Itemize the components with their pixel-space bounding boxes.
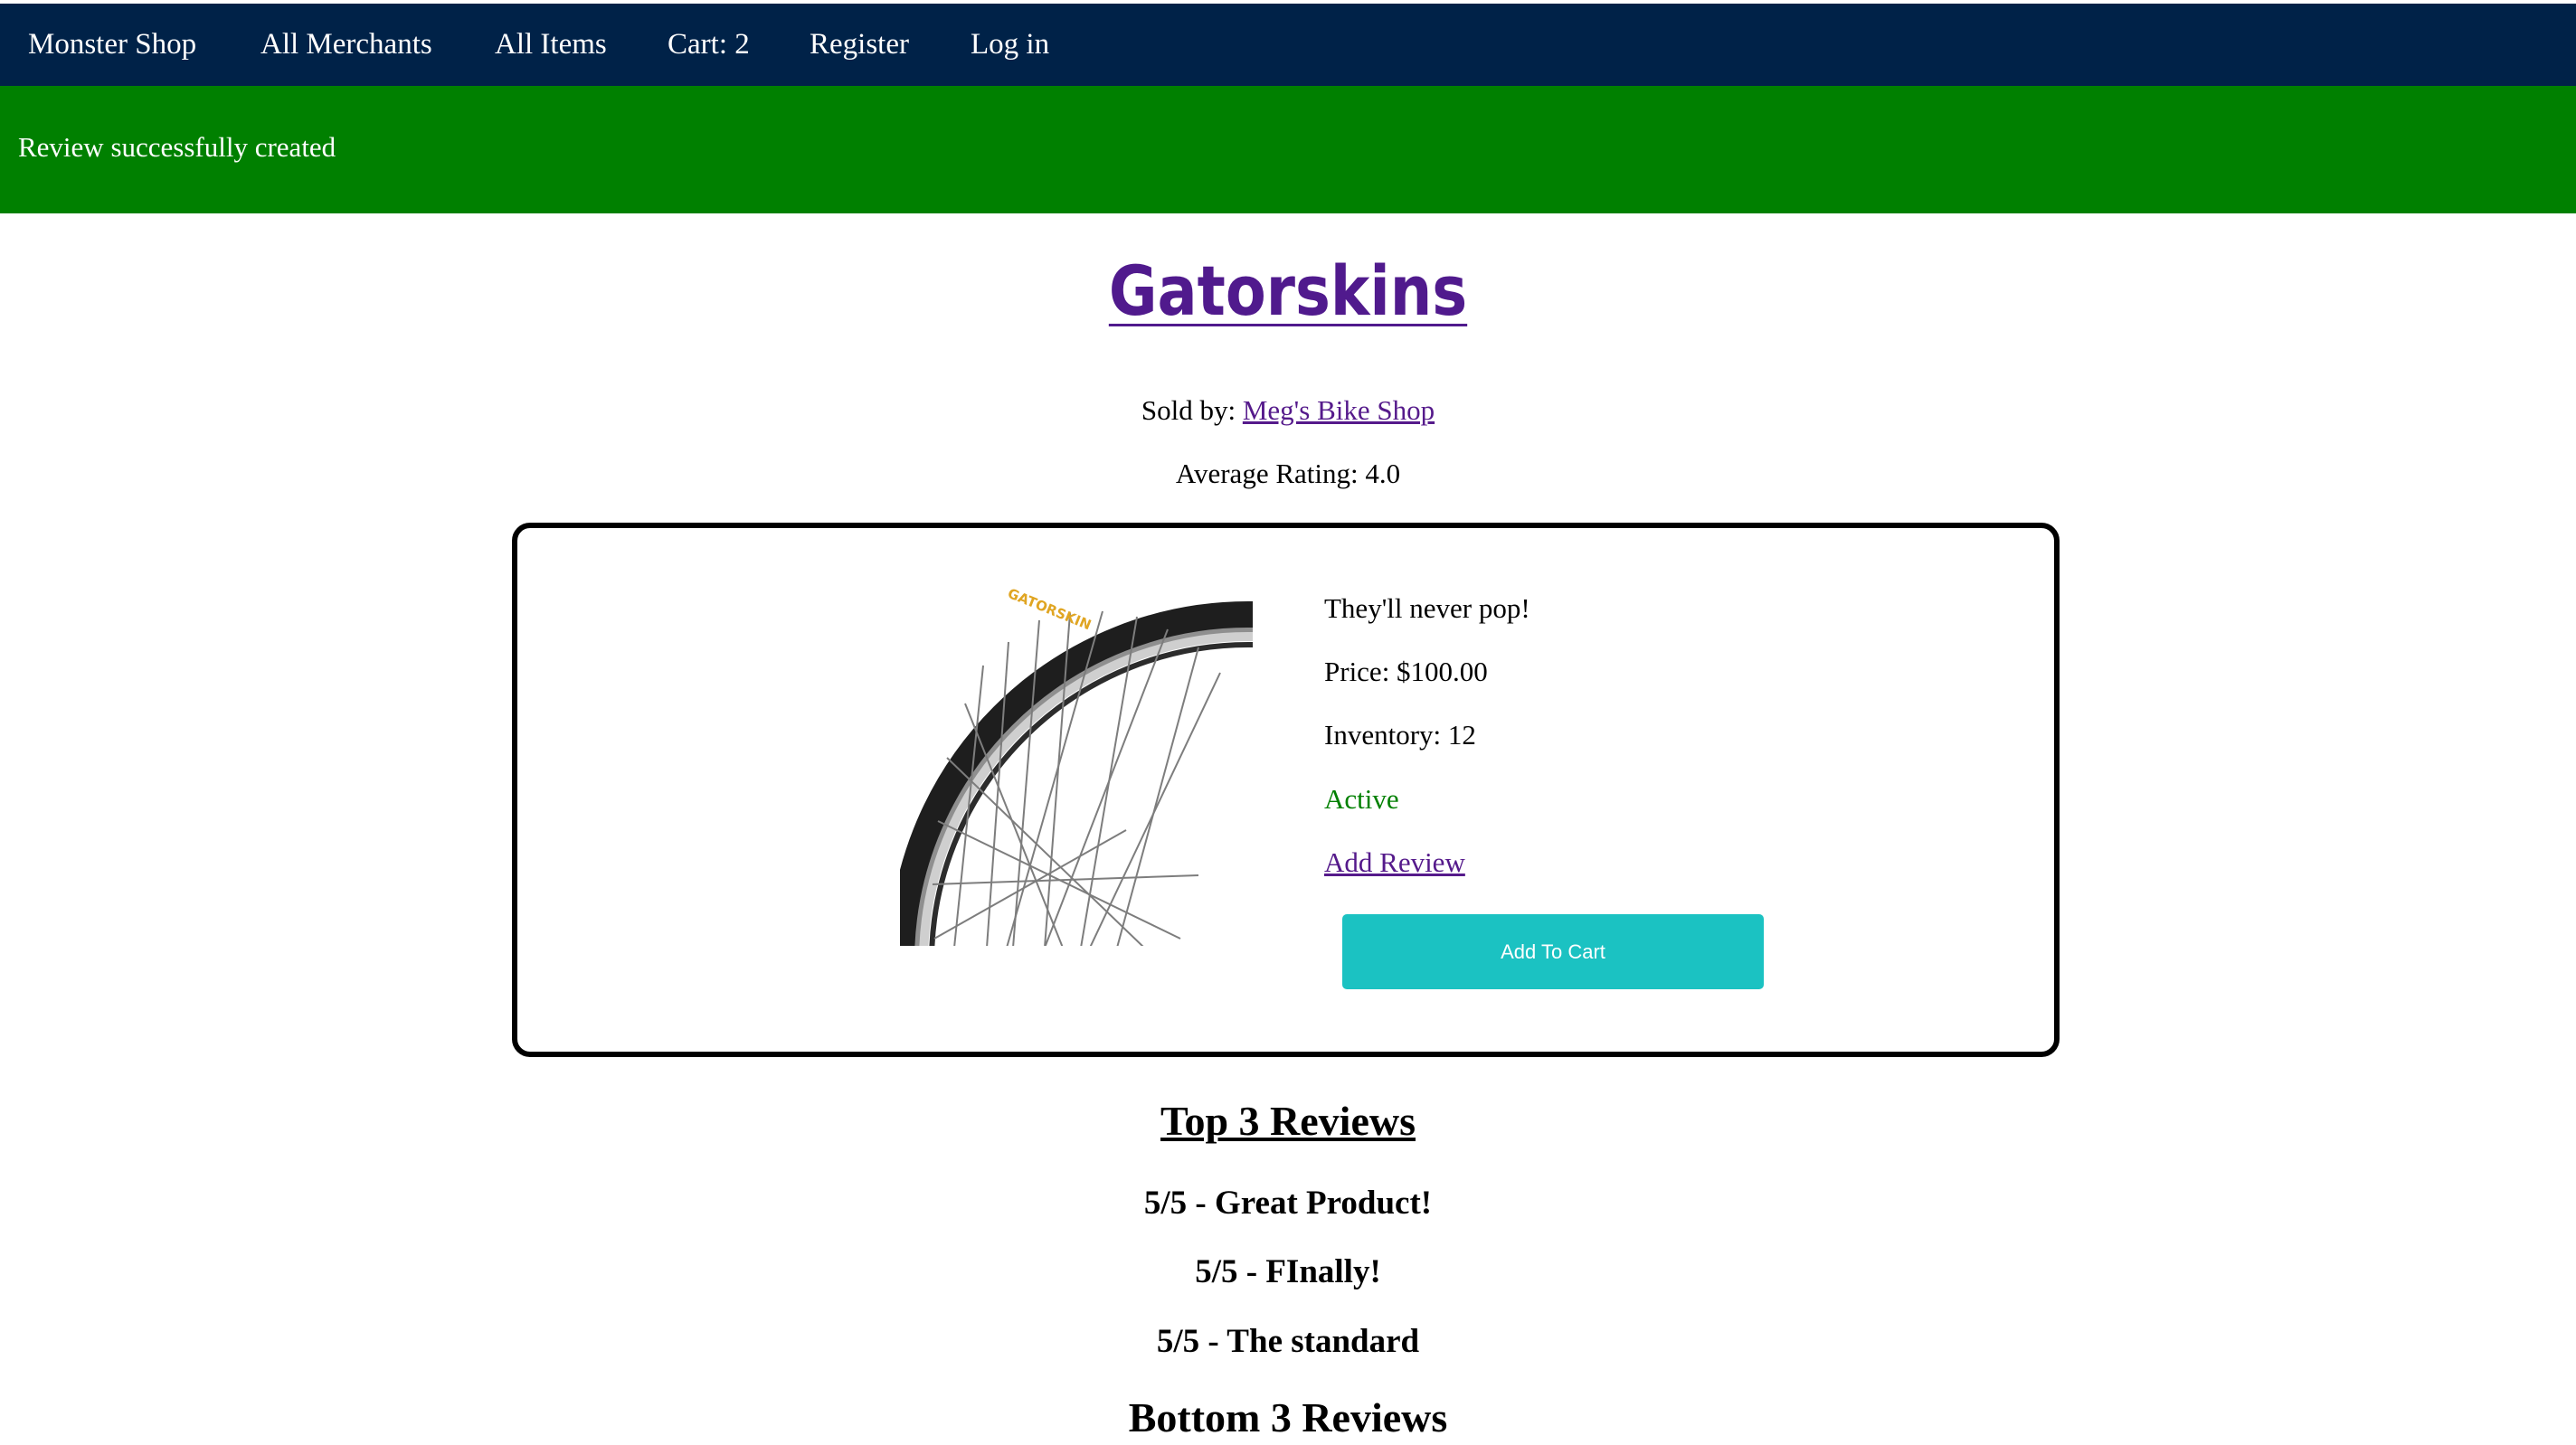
nav-link-monster-shop[interactable]: Monster Shop [28, 4, 196, 86]
bottom-reviews-heading: Bottom 3 Reviews [1128, 1394, 1448, 1440]
item-status: Active [1324, 783, 1399, 815]
item-price: Price: $100.00 [1324, 656, 1488, 687]
flash-banner: Review successfully created [0, 86, 2576, 213]
add-review-link[interactable]: Add Review [1324, 842, 1465, 883]
flash-message: Review successfully created [18, 131, 336, 163]
tire-brand-text: GATORSKIN [1006, 585, 1094, 633]
top-reviews-heading: Top 3 Reviews [1160, 1098, 1416, 1144]
nav-link-all-items[interactable]: All Items [495, 4, 607, 86]
item-title[interactable]: Gatorskins [180, 246, 2395, 336]
item-card [512, 523, 2060, 1057]
top-review-item: 5/5 - Great Product! [1143, 1185, 1433, 1222]
sold-by-label: Sold by: [1141, 394, 1236, 426]
add-to-cart-button[interactable]: Add To Cart [1342, 914, 1764, 989]
top-review-item: 5/5 - The standard [1156, 1323, 1420, 1360]
sold-by-line: Sold by: Meg's Bike Shop [0, 390, 2576, 431]
nav-link-cart[interactable]: Cart: 2 [668, 4, 750, 86]
top-review-item: 5/5 - FInally! [1195, 1253, 1381, 1290]
top-navbar: Monster Shop All Merchants All Items Car… [0, 4, 2576, 86]
nav-link-all-merchants[interactable]: All Merchants [260, 4, 432, 86]
item-description: They'll never pop! [1324, 592, 1530, 624]
average-rating: Average Rating: 4.0 [1175, 458, 1401, 489]
item-inventory: Inventory: 12 [1324, 719, 1476, 751]
nav-link-register[interactable]: Register [810, 4, 909, 86]
tire-wheel-image: GATORSKIN [900, 585, 1253, 946]
merchant-link[interactable]: Meg's Bike Shop [1243, 394, 1435, 426]
nav-link-log-in[interactable]: Log in [971, 4, 1049, 86]
